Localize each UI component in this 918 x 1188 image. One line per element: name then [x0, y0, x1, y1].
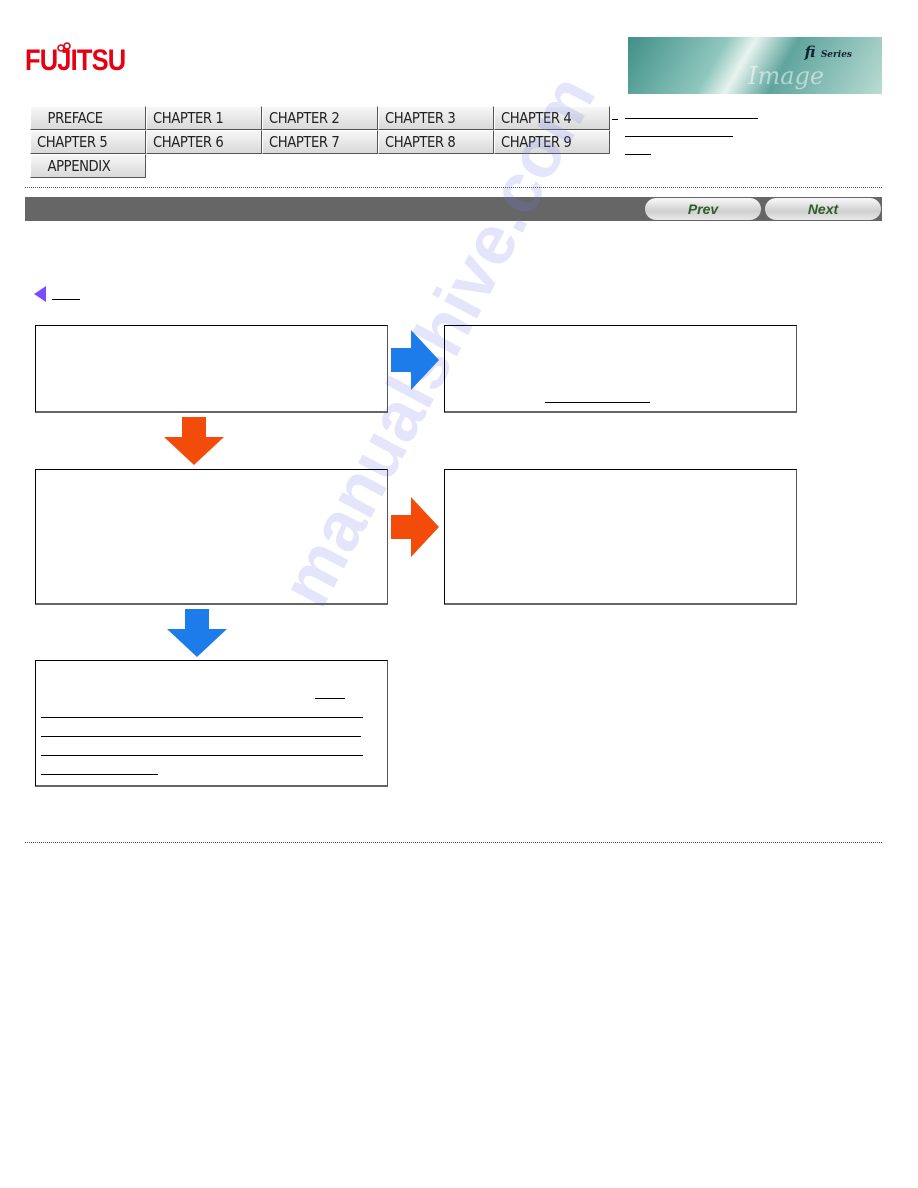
logo-infinity-icon [57, 42, 71, 52]
nav-preface[interactable]: PREFACE [30, 106, 146, 130]
header-link-2[interactable] [625, 136, 733, 137]
fi-series-banner: Image Scanner fi Series [628, 37, 882, 94]
next-button[interactable]: Next [765, 198, 881, 220]
flow-box-5-link-3[interactable] [41, 736, 361, 737]
header-link-3[interactable] [625, 154, 651, 155]
nav-appendix[interactable]: APPENDIX [30, 154, 146, 178]
nav-chapter-5[interactable]: CHAPTER 5 [30, 130, 146, 154]
nav-chapter-2[interactable]: CHAPTER 2 [262, 106, 378, 130]
nav-chapter-7[interactable]: CHAPTER 7 [262, 130, 378, 154]
arrow-right-blue-icon [391, 330, 439, 390]
arrow-down-red-icon [164, 417, 224, 465]
nav-chapter-1[interactable]: CHAPTER 1 [146, 106, 262, 130]
flow-box-5-link-2[interactable] [41, 717, 363, 718]
flow-box-5-link-1[interactable] [315, 698, 345, 699]
divider-bottom [25, 842, 882, 843]
flow-box-3 [35, 469, 388, 605]
nav-chapter-6[interactable]: CHAPTER 6 [146, 130, 262, 154]
header-link-1[interactable] [625, 118, 758, 119]
arrow-down-blue-icon [167, 609, 227, 657]
flow-box-5-link-4[interactable] [41, 755, 363, 756]
divider-top [25, 187, 882, 188]
prev-button[interactable]: Prev [645, 198, 761, 220]
flow-box-1 [35, 325, 388, 413]
banner-tagline: Image Scanner [748, 62, 849, 94]
flow-box-5-link-5[interactable] [41, 774, 158, 775]
back-link[interactable] [52, 299, 80, 300]
fujitsu-logo: FUJITSU [25, 44, 126, 77]
nav-chapter-8[interactable]: CHAPTER 8 [378, 130, 494, 154]
arrow-right-red-icon [391, 497, 439, 557]
nav-tick [612, 119, 618, 120]
flow-box-2 [444, 325, 797, 413]
back-arrow-icon[interactable] [34, 286, 46, 302]
nav-chapter-3[interactable]: CHAPTER 3 [378, 106, 494, 130]
flow-box-5 [35, 660, 388, 787]
flow-box-4 [444, 469, 797, 605]
banner-brand: fi Series [804, 43, 852, 61]
flow-box-2-link[interactable] [545, 402, 650, 403]
